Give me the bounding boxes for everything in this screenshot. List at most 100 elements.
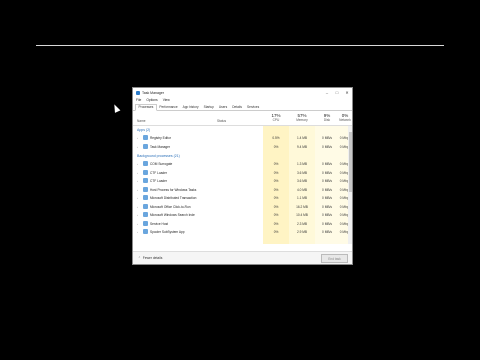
memory-value: 3.6 MB <box>296 179 308 183</box>
menu-view[interactable]: View <box>163 98 170 102</box>
column-memory[interactable]: 57% Memory <box>290 113 314 122</box>
process-row[interactable]: › Spooler SubSystem App 0% 2.9 MB 0 MB/s 0 Mb… <box>133 228 352 236</box>
process-row[interactable]: › Microsoft Distributed Transaction 0% 1.1 … <box>133 194 352 202</box>
cpu-value: 0.5% <box>272 136 280 140</box>
expand-chevron-icon[interactable]: › <box>137 179 138 183</box>
maximize-button[interactable]: □ <box>332 88 342 97</box>
memory-value: 1.1 MB <box>296 196 308 200</box>
cpu-value: 0% <box>273 179 279 183</box>
process-name: COM Surrogate <box>150 162 173 166</box>
memory-value: 2.9 MB <box>296 230 308 234</box>
expand-chevron-icon[interactable]: › <box>137 188 138 192</box>
memory-value: 1.4 MB <box>296 136 308 140</box>
cpu-value: 0% <box>273 221 279 226</box>
cpu-value: 0% <box>273 187 279 192</box>
expand-chevron-icon[interactable]: › <box>137 136 138 140</box>
tab-users[interactable]: Users <box>216 105 229 110</box>
process-row[interactable]: › CTF Loader 0% 3.6 MB 0 MB/s 0 Mbps <box>133 169 352 177</box>
task-manager-icon <box>136 90 140 95</box>
cpu-value: 0% <box>273 204 279 209</box>
process-row[interactable]: › Microsoft Windows Search Inde 0% 10.4 MB 0… <box>133 211 352 219</box>
process-row[interactable]: › Task Manager 0% 9.4 MB 0 MB/s 0 Mbps <box>133 143 352 151</box>
process-row[interactable]: › CTF Loader 0% 3.6 MB 0 MB/s 0 Mbps <box>133 177 352 185</box>
expand-chevron-icon[interactable]: › <box>137 205 138 209</box>
process-name: Task Manager <box>150 144 171 149</box>
column-status[interactable]: Status <box>217 119 226 123</box>
end-task-button[interactable]: End task <box>321 254 348 263</box>
process-icon <box>143 220 148 226</box>
process-name: Spooler SubSystem App <box>150 230 185 234</box>
process-row[interactable]: › Host Process for Windows Tasks 0% 4.0 MB 0… <box>133 186 352 194</box>
cpu-value: 0% <box>273 170 279 175</box>
cpu-label: CPU <box>272 118 280 122</box>
cpu-value: 0% <box>273 196 279 200</box>
tab-processes[interactable]: Processes <box>135 104 157 111</box>
expand-chevron-icon[interactable]: › <box>137 222 138 226</box>
column-network[interactable]: 0% Network <box>333 113 357 122</box>
column-name[interactable]: Name <box>137 119 146 123</box>
process-icon <box>143 186 148 192</box>
tab-strip: Processes Performance App history Startu… <box>133 103 352 111</box>
process-icon <box>143 229 148 234</box>
process-row[interactable]: › Microsoft Office Click-to-Run 0% 16.2 MB 0… <box>133 203 352 211</box>
process-name: CTF Loader <box>150 179 168 183</box>
process-name: Registry Editor <box>150 136 171 140</box>
disk-label: Disk <box>323 118 331 122</box>
cpu-value: 0% <box>273 213 279 217</box>
menu-file[interactable]: File <box>136 98 141 102</box>
process-name: Microsoft Distributed Transaction <box>150 196 197 200</box>
process-icon <box>143 212 148 217</box>
process-name: Service Host <box>150 221 169 226</box>
tab-startup[interactable]: Startup <box>201 105 216 110</box>
footer-bar: ⌃ Fewer details End task <box>133 251 352 264</box>
tab-performance[interactable]: Performance <box>157 105 180 110</box>
fewer-details-button[interactable]: ⌃ Fewer details <box>138 256 162 260</box>
scrollbar-thumb[interactable] <box>348 132 352 192</box>
expand-chevron-icon[interactable]: › <box>137 196 138 200</box>
memory-value: 10.4 MB <box>296 213 308 217</box>
process-row[interactable]: › Registry Editor 0.5% 1.4 MB 0 MB/s 0 Mbps <box>133 134 352 142</box>
process-name: Host Process for Windows Tasks <box>150 187 197 192</box>
process-icon <box>143 161 148 166</box>
memory-value: 9.4 MB <box>296 144 308 149</box>
tab-services[interactable]: Services <box>244 105 261 110</box>
process-name: Microsoft Windows Search Inde <box>150 213 195 217</box>
process-row[interactable]: › Service Host 0% 2.3 MB 0 MB/s 0 Mbps <box>133 220 352 228</box>
process-row[interactable]: › COM Surrogate 0% 1.3 MB 0 MB/s 0 Mbps <box>133 160 352 168</box>
title-bar[interactable]: Task Manager – □ ✕ <box>133 88 352 97</box>
process-name: Microsoft Office Click-to-Run <box>150 204 191 209</box>
tab-app-history[interactable]: App history <box>180 105 201 110</box>
chevron-up-icon: ⌃ <box>138 256 141 260</box>
memory-value: 3.6 MB <box>296 170 308 175</box>
close-button[interactable]: ✕ <box>342 88 352 97</box>
network-label: Network <box>339 118 351 122</box>
process-icon <box>143 143 148 149</box>
expand-chevron-icon[interactable]: › <box>137 145 138 149</box>
cpu-value: 0% <box>273 230 279 234</box>
menu-options[interactable]: Options <box>146 98 157 102</box>
cpu-value: 0% <box>273 162 279 166</box>
divider-line <box>36 45 444 46</box>
minimize-button[interactable]: – <box>322 88 332 97</box>
memory-value: 4.0 MB <box>296 187 308 192</box>
column-header: Name Status 17% CPU 57% Memory 9% Disk 0… <box>133 111 352 126</box>
column-cpu[interactable]: 17% CPU <box>264 113 288 122</box>
mouse-cursor-icon <box>111 103 121 113</box>
expand-chevron-icon[interactable]: › <box>137 230 138 234</box>
expand-chevron-icon[interactable]: › <box>137 213 138 217</box>
process-list: Apps (2) › Registry Editor 0.5% 1.4 MB 0 MB/… <box>133 126 352 244</box>
process-icon <box>143 203 148 209</box>
tab-details[interactable]: Details <box>230 105 245 110</box>
process-icon <box>143 169 148 175</box>
memory-value: 1.3 MB <box>296 162 308 166</box>
task-manager-window: Task Manager – □ ✕ File Options View Pro… <box>132 87 353 265</box>
process-icon <box>143 195 148 200</box>
group-apps: Apps (2) <box>137 128 151 132</box>
memory-value: 2.3 MB <box>296 221 308 226</box>
fewer-details-label: Fewer details <box>142 256 163 260</box>
expand-chevron-icon[interactable]: › <box>137 171 138 175</box>
expand-chevron-icon[interactable]: › <box>137 162 138 166</box>
memory-label: Memory <box>296 118 308 122</box>
process-icon <box>143 178 148 183</box>
vertical-scrollbar[interactable] <box>348 126 352 244</box>
